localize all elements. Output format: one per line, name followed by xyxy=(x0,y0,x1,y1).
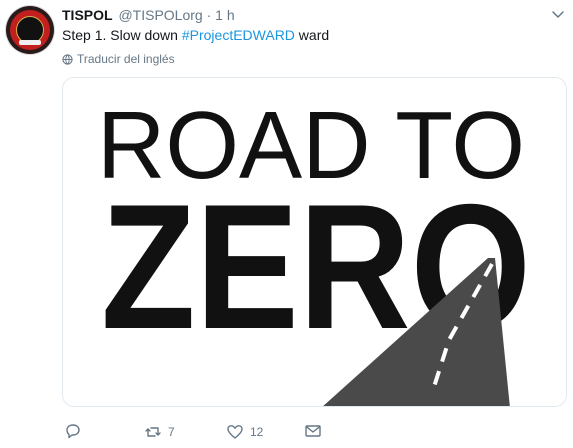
retweet-count: 7 xyxy=(168,425,175,439)
timestamp[interactable]: 1 h xyxy=(215,7,234,23)
author-name[interactable]: TISPOL xyxy=(62,7,113,23)
reply-button[interactable] xyxy=(64,422,88,440)
tweet-header: TISPOL @TISPOLorg · 1 h xyxy=(62,6,235,24)
avatar-tag xyxy=(19,40,41,45)
translate-label: Traducir del inglés xyxy=(77,52,175,66)
reply-icon xyxy=(66,424,80,439)
like-count: 12 xyxy=(250,425,264,439)
heart-icon xyxy=(227,425,243,439)
tweet: TISPOL @TISPOLorg · 1 h Step 1. Slow dow… xyxy=(0,0,573,448)
globe-icon xyxy=(62,53,73,65)
separator: · xyxy=(206,7,212,23)
chevron-down-icon[interactable] xyxy=(551,7,565,21)
retweet-icon xyxy=(145,427,161,437)
avatar[interactable] xyxy=(6,6,54,54)
hashtag-link[interactable]: #ProjectEDWARD xyxy=(182,27,295,43)
tweet-text: Step 1. Slow down #ProjectEDWARD ward xyxy=(62,26,329,44)
translate-link[interactable]: Traducir del inglés xyxy=(62,52,175,66)
tweet-image[interactable]: ROAD TO ZERO xyxy=(62,77,567,407)
tweet-text-suffix: ward xyxy=(294,27,330,43)
envelope-icon xyxy=(305,425,321,437)
retweet-button[interactable]: 7 xyxy=(144,422,175,442)
author-handle[interactable]: @TISPOLorg xyxy=(118,7,202,23)
tweet-text-prefix: Step 1. Slow down xyxy=(62,27,182,43)
like-button[interactable]: 12 xyxy=(226,422,263,442)
road-to-zero-graphic: ROAD TO ZERO xyxy=(63,78,566,406)
tweet-actions: 7 12 xyxy=(62,422,362,442)
direct-message-button[interactable] xyxy=(304,422,322,440)
